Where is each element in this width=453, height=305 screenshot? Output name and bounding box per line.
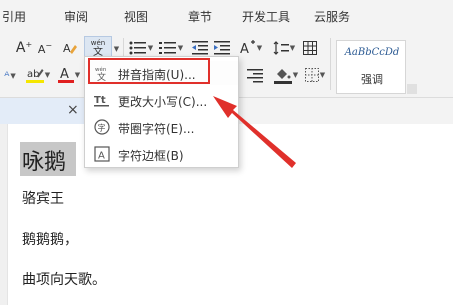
annotation-arrow	[213, 96, 296, 168]
